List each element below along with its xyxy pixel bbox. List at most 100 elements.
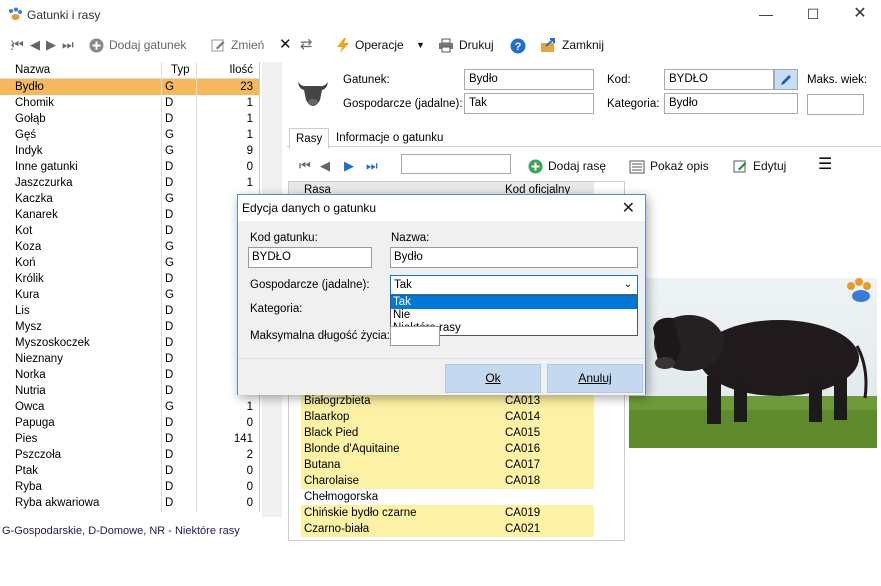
table-row[interactable]: Lis D bbox=[0, 303, 259, 319]
table-row[interactable]: Indyk G 9 bbox=[0, 143, 259, 159]
table-row[interactable]: Ptak D 0 bbox=[0, 463, 259, 479]
minimize-button[interactable]: — bbox=[743, 0, 789, 30]
species-name: Nutria bbox=[15, 385, 46, 397]
tab-species-info[interactable]: Informacje o gatunku bbox=[330, 128, 449, 149]
table-row[interactable]: Kaczka G bbox=[0, 191, 259, 207]
table-row[interactable]: Blonde d'Aquitaine CA016 bbox=[301, 441, 594, 457]
svg-text:?: ? bbox=[515, 41, 522, 53]
table-row[interactable]: Mysz D bbox=[0, 319, 259, 335]
farm-field[interactable]: Tak bbox=[464, 93, 594, 114]
dropdown-option[interactable]: Tak bbox=[391, 296, 637, 309]
next-record-icon[interactable]: ▶ bbox=[46, 36, 56, 54]
table-row[interactable]: Królik D bbox=[0, 271, 259, 287]
tab-breeds[interactable]: Rasy bbox=[289, 128, 330, 149]
table-row[interactable]: Chełmogorska bbox=[301, 489, 594, 505]
species-type: G bbox=[165, 193, 174, 205]
code-field[interactable]: BYDŁO bbox=[664, 69, 774, 90]
species-name: Kaczka bbox=[15, 193, 53, 205]
close-window-button[interactable]: ✕ bbox=[837, 0, 881, 30]
species-type: D bbox=[165, 353, 174, 365]
column-header-name[interactable]: Nazwa bbox=[15, 64, 50, 76]
max-age-field[interactable] bbox=[807, 94, 864, 115]
operations-dropdown-icon[interactable]: ▼ bbox=[416, 36, 425, 54]
table-row[interactable]: Kura G bbox=[0, 287, 259, 303]
print-button[interactable]: Drukuj bbox=[438, 36, 494, 54]
table-row[interactable]: Bydło G 23 bbox=[0, 79, 259, 95]
column-header-count[interactable]: Ilość bbox=[229, 64, 253, 76]
add-breed-button[interactable]: Dodaj rasę bbox=[528, 157, 606, 175]
show-description-button[interactable]: Pokaż opis bbox=[629, 157, 709, 175]
category-field[interactable]: Bydło bbox=[664, 93, 798, 114]
dialog-code-input[interactable]: BYDŁO bbox=[248, 247, 372, 268]
first-breed-icon[interactable]: ⏮ bbox=[299, 157, 311, 175]
dialog-category-label: Kategoria: bbox=[250, 303, 303, 315]
table-row[interactable]: Koza G bbox=[0, 239, 259, 255]
edit-button[interactable]: Zmień bbox=[211, 36, 264, 54]
delete-icon[interactable]: ✕ bbox=[279, 36, 292, 54]
dialog-farm-select[interactable]: Tak ⌄ bbox=[390, 275, 638, 295]
table-row[interactable]: Gęś G 1 bbox=[0, 127, 259, 143]
table-row[interactable]: Pies D 141 bbox=[0, 431, 259, 447]
species-name: Papuga bbox=[15, 417, 55, 429]
table-row[interactable]: Black Pied CA015 bbox=[301, 425, 594, 441]
dropdown-option[interactable]: Nie bbox=[391, 309, 637, 322]
table-row[interactable]: Czarno-biała CA021 bbox=[301, 521, 594, 537]
close-module-button[interactable]: Zamknij bbox=[540, 36, 604, 54]
table-row[interactable]: Gołąb D 1 bbox=[0, 111, 259, 127]
table-row[interactable]: Butana CA017 bbox=[301, 457, 594, 473]
lightning-icon bbox=[337, 38, 349, 54]
table-row[interactable]: Chomik D 1 bbox=[0, 95, 259, 111]
table-row[interactable]: Blaarkop CA014 bbox=[301, 409, 594, 425]
next-breed-icon[interactable]: ▶ bbox=[344, 157, 354, 175]
species-type: D bbox=[165, 337, 174, 349]
prev-record-icon[interactable]: ◀ bbox=[30, 36, 40, 54]
column-header-type[interactable]: Typ bbox=[171, 64, 190, 76]
species-count: 0 bbox=[246, 417, 253, 429]
dialog-max-life-label: Maksymalna długość życia: bbox=[250, 330, 390, 342]
table-row[interactable]: Nutria D bbox=[0, 383, 259, 399]
last-record-icon[interactable]: ⏭ bbox=[62, 36, 74, 54]
category-label: Kategoria: bbox=[607, 98, 660, 110]
prev-breed-icon[interactable]: ◀ bbox=[320, 157, 330, 175]
table-row[interactable]: Jaszczurka D 1 bbox=[0, 175, 259, 191]
printer-icon bbox=[439, 38, 453, 53]
table-row[interactable]: Papuga D 0 bbox=[0, 415, 259, 431]
refresh-icon[interactable]: ⇄ bbox=[300, 36, 313, 54]
breed-search-input[interactable] bbox=[401, 154, 511, 174]
table-row[interactable]: Kanarek D bbox=[0, 207, 259, 223]
edit-breed-button[interactable]: Edytuj bbox=[733, 157, 786, 175]
table-row[interactable]: Owca G 1 bbox=[0, 399, 259, 415]
chevron-down-icon: ⌄ bbox=[623, 279, 632, 290]
table-row[interactable]: Chińskie bydło czarne CA019 bbox=[301, 505, 594, 521]
edit-code-button[interactable] bbox=[774, 69, 798, 90]
ok-button[interactable]: Ok bbox=[445, 364, 541, 393]
table-row[interactable]: Norka D bbox=[0, 367, 259, 383]
add-species-button[interactable]: Dodaj gatunek bbox=[89, 36, 186, 54]
species-name: Ryba bbox=[15, 481, 42, 493]
operations-button[interactable]: Operacje bbox=[336, 36, 404, 54]
table-row[interactable]: Koń G bbox=[0, 255, 259, 271]
table-row[interactable]: Myszoskoczek D bbox=[0, 335, 259, 351]
help-button[interactable]: ? bbox=[510, 36, 526, 54]
first-record-icon[interactable]: ⏮ bbox=[12, 36, 24, 54]
table-row[interactable]: Inne gatunki D 0 bbox=[0, 159, 259, 175]
last-breed-icon[interactable]: ⏭ bbox=[366, 157, 378, 175]
cancel-button[interactable]: Anuluj bbox=[547, 364, 643, 393]
table-row[interactable]: Nieznany D bbox=[0, 351, 259, 367]
pencil-icon bbox=[211, 39, 225, 52]
table-row[interactable]: Pszczoła D 2 bbox=[0, 447, 259, 463]
menu-icon[interactable]: ☰ bbox=[818, 156, 832, 174]
table-row[interactable]: Białogrzbieta CA013 bbox=[301, 393, 594, 409]
table-row[interactable]: Ryba D 0 bbox=[0, 479, 259, 495]
dialog-name-input[interactable]: Bydło bbox=[390, 247, 638, 268]
species-field[interactable]: Bydło bbox=[464, 69, 594, 90]
dialog-close-button[interactable]: ✕ bbox=[622, 198, 635, 218]
table-row[interactable]: Charolaise CA018 bbox=[301, 473, 594, 489]
breed-code: CA021 bbox=[505, 523, 541, 535]
table-row[interactable]: Kot D bbox=[0, 223, 259, 239]
species-count: 9 bbox=[246, 145, 253, 157]
dialog-max-life-input[interactable] bbox=[390, 326, 440, 346]
maximize-button[interactable]: ☐ bbox=[790, 0, 836, 30]
pencil-icon bbox=[781, 75, 791, 85]
table-row[interactable]: Ryba akwariowa D 0 bbox=[0, 495, 259, 511]
